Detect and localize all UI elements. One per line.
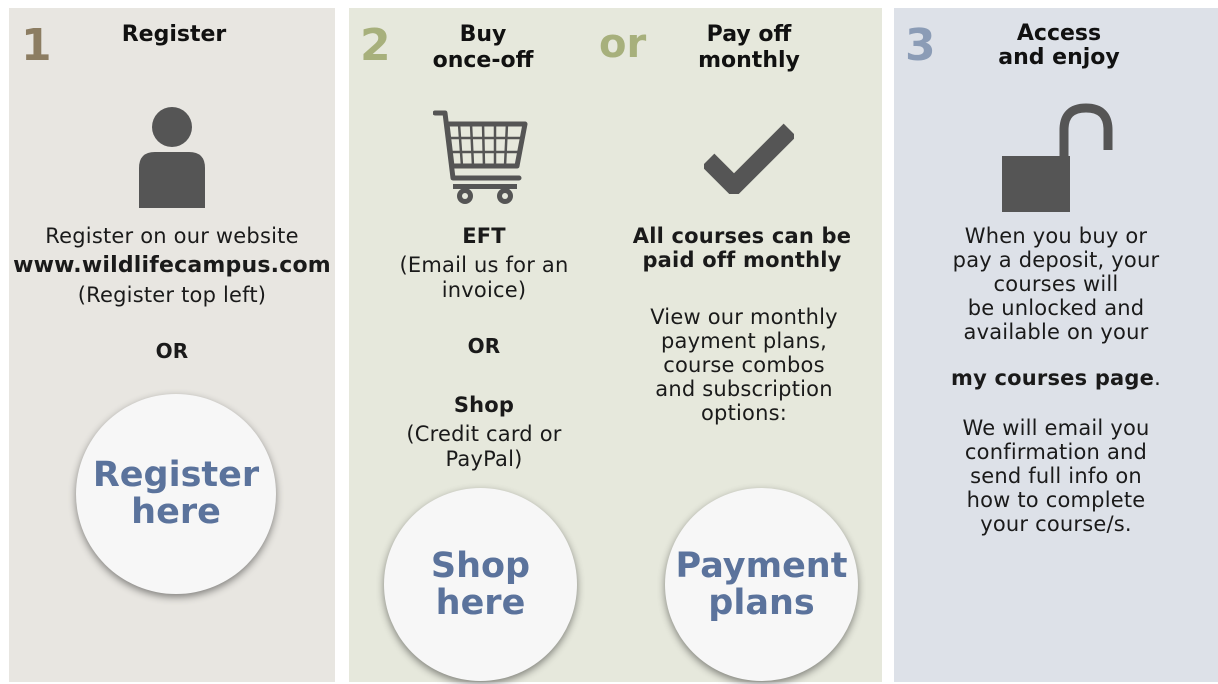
shop-title: Shop — [453, 393, 515, 417]
pay-monthly-heading: Pay off monthly — [698, 22, 800, 73]
register-here-label: Register here — [92, 455, 260, 532]
buy-once-off-heading: Buy once-off — [432, 22, 534, 73]
period: . — [1154, 366, 1161, 390]
step-1-panel: 1 Register Register on our website www.w… — [9, 8, 335, 682]
person-icon — [139, 107, 205, 208]
monthly-title: All courses can be paid off monthly — [632, 224, 852, 272]
payment-plans-label: Payment plans — [675, 545, 848, 623]
shop-description: (Credit card or PayPal) — [406, 422, 562, 471]
step-1-number: 1 — [21, 20, 52, 71]
website-url[interactable]: www.wildlifecampus.com — [5, 253, 339, 278]
my-courses-line: my courses page. — [914, 366, 1198, 390]
step-3-panel: 3 Access and enjoy When you buy or pay a… — [894, 8, 1218, 682]
register-instruction: Register on our website — [45, 224, 299, 248]
unlocked-padlock-icon — [1002, 103, 1113, 212]
email-confirmation-text: We will email you confirmation and send … — [962, 416, 1150, 536]
step-2-panel: 2 Buy once-off or Pay off monthly EFT (E… — [349, 8, 882, 682]
step-3-heading: Access and enjoy — [998, 21, 1120, 70]
step-3-number: 3 — [905, 20, 936, 71]
eft-description: (Email us for an invoice) — [399, 253, 569, 302]
shopping-cart-icon — [433, 110, 528, 204]
monthly-description: View our monthly payment plans, course c… — [650, 305, 838, 425]
unlock-text: When you buy or pay a deposit, your cour… — [952, 224, 1160, 344]
or-word: or — [599, 21, 647, 67]
eft-title: EFT — [462, 224, 506, 248]
step-2-number: 2 — [360, 20, 391, 71]
shop-here-label: Shop here — [430, 545, 531, 623]
payment-plans-button[interactable]: Payment plans — [665, 488, 858, 681]
step-1-heading: Register — [121, 22, 227, 47]
or-label-2: OR — [467, 334, 501, 358]
my-courses-page-link[interactable]: my courses page — [951, 366, 1154, 390]
register-here-button[interactable]: Register here — [76, 394, 276, 594]
or-label: OR — [155, 339, 189, 363]
register-hint: (Register top left) — [77, 283, 267, 307]
checkmark-icon — [704, 123, 794, 194]
shop-here-button[interactable]: Shop here — [384, 488, 577, 681]
